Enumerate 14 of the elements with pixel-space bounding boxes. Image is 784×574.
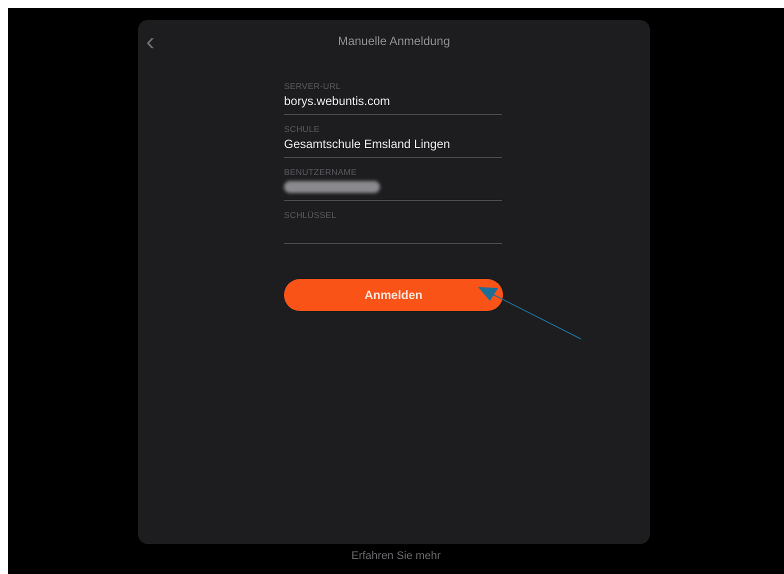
field-value[interactable]: Gesamtschule Emsland Lingen xyxy=(284,136,450,152)
input-field[interactable]: SCHULE Gesamtschule Emsland Lingen xyxy=(284,115,502,158)
field-label: SCHLÜSSEL xyxy=(284,210,336,222)
back-icon[interactable]: ‹ xyxy=(146,28,162,54)
input-field[interactable]: SERVER-URL borys.webuntis.com xyxy=(284,72,502,115)
login-button[interactable]: Anmelden xyxy=(284,279,503,311)
window-title: Manuelle Anmeldung xyxy=(338,34,450,48)
field-value[interactable]: borys.webuntis.com xyxy=(284,93,390,109)
field-label: SCHULE xyxy=(284,124,320,136)
field-label: BENUTZERNAME xyxy=(284,167,357,179)
learn-more-link[interactable]: Erfahren Sie mehr xyxy=(351,550,441,562)
input-field[interactable]: BENUTZERNAME xyxy=(284,158,502,201)
password-field[interactable]: SCHLÜSSEL xyxy=(284,201,502,244)
field-label: SERVER-URL xyxy=(284,81,341,93)
